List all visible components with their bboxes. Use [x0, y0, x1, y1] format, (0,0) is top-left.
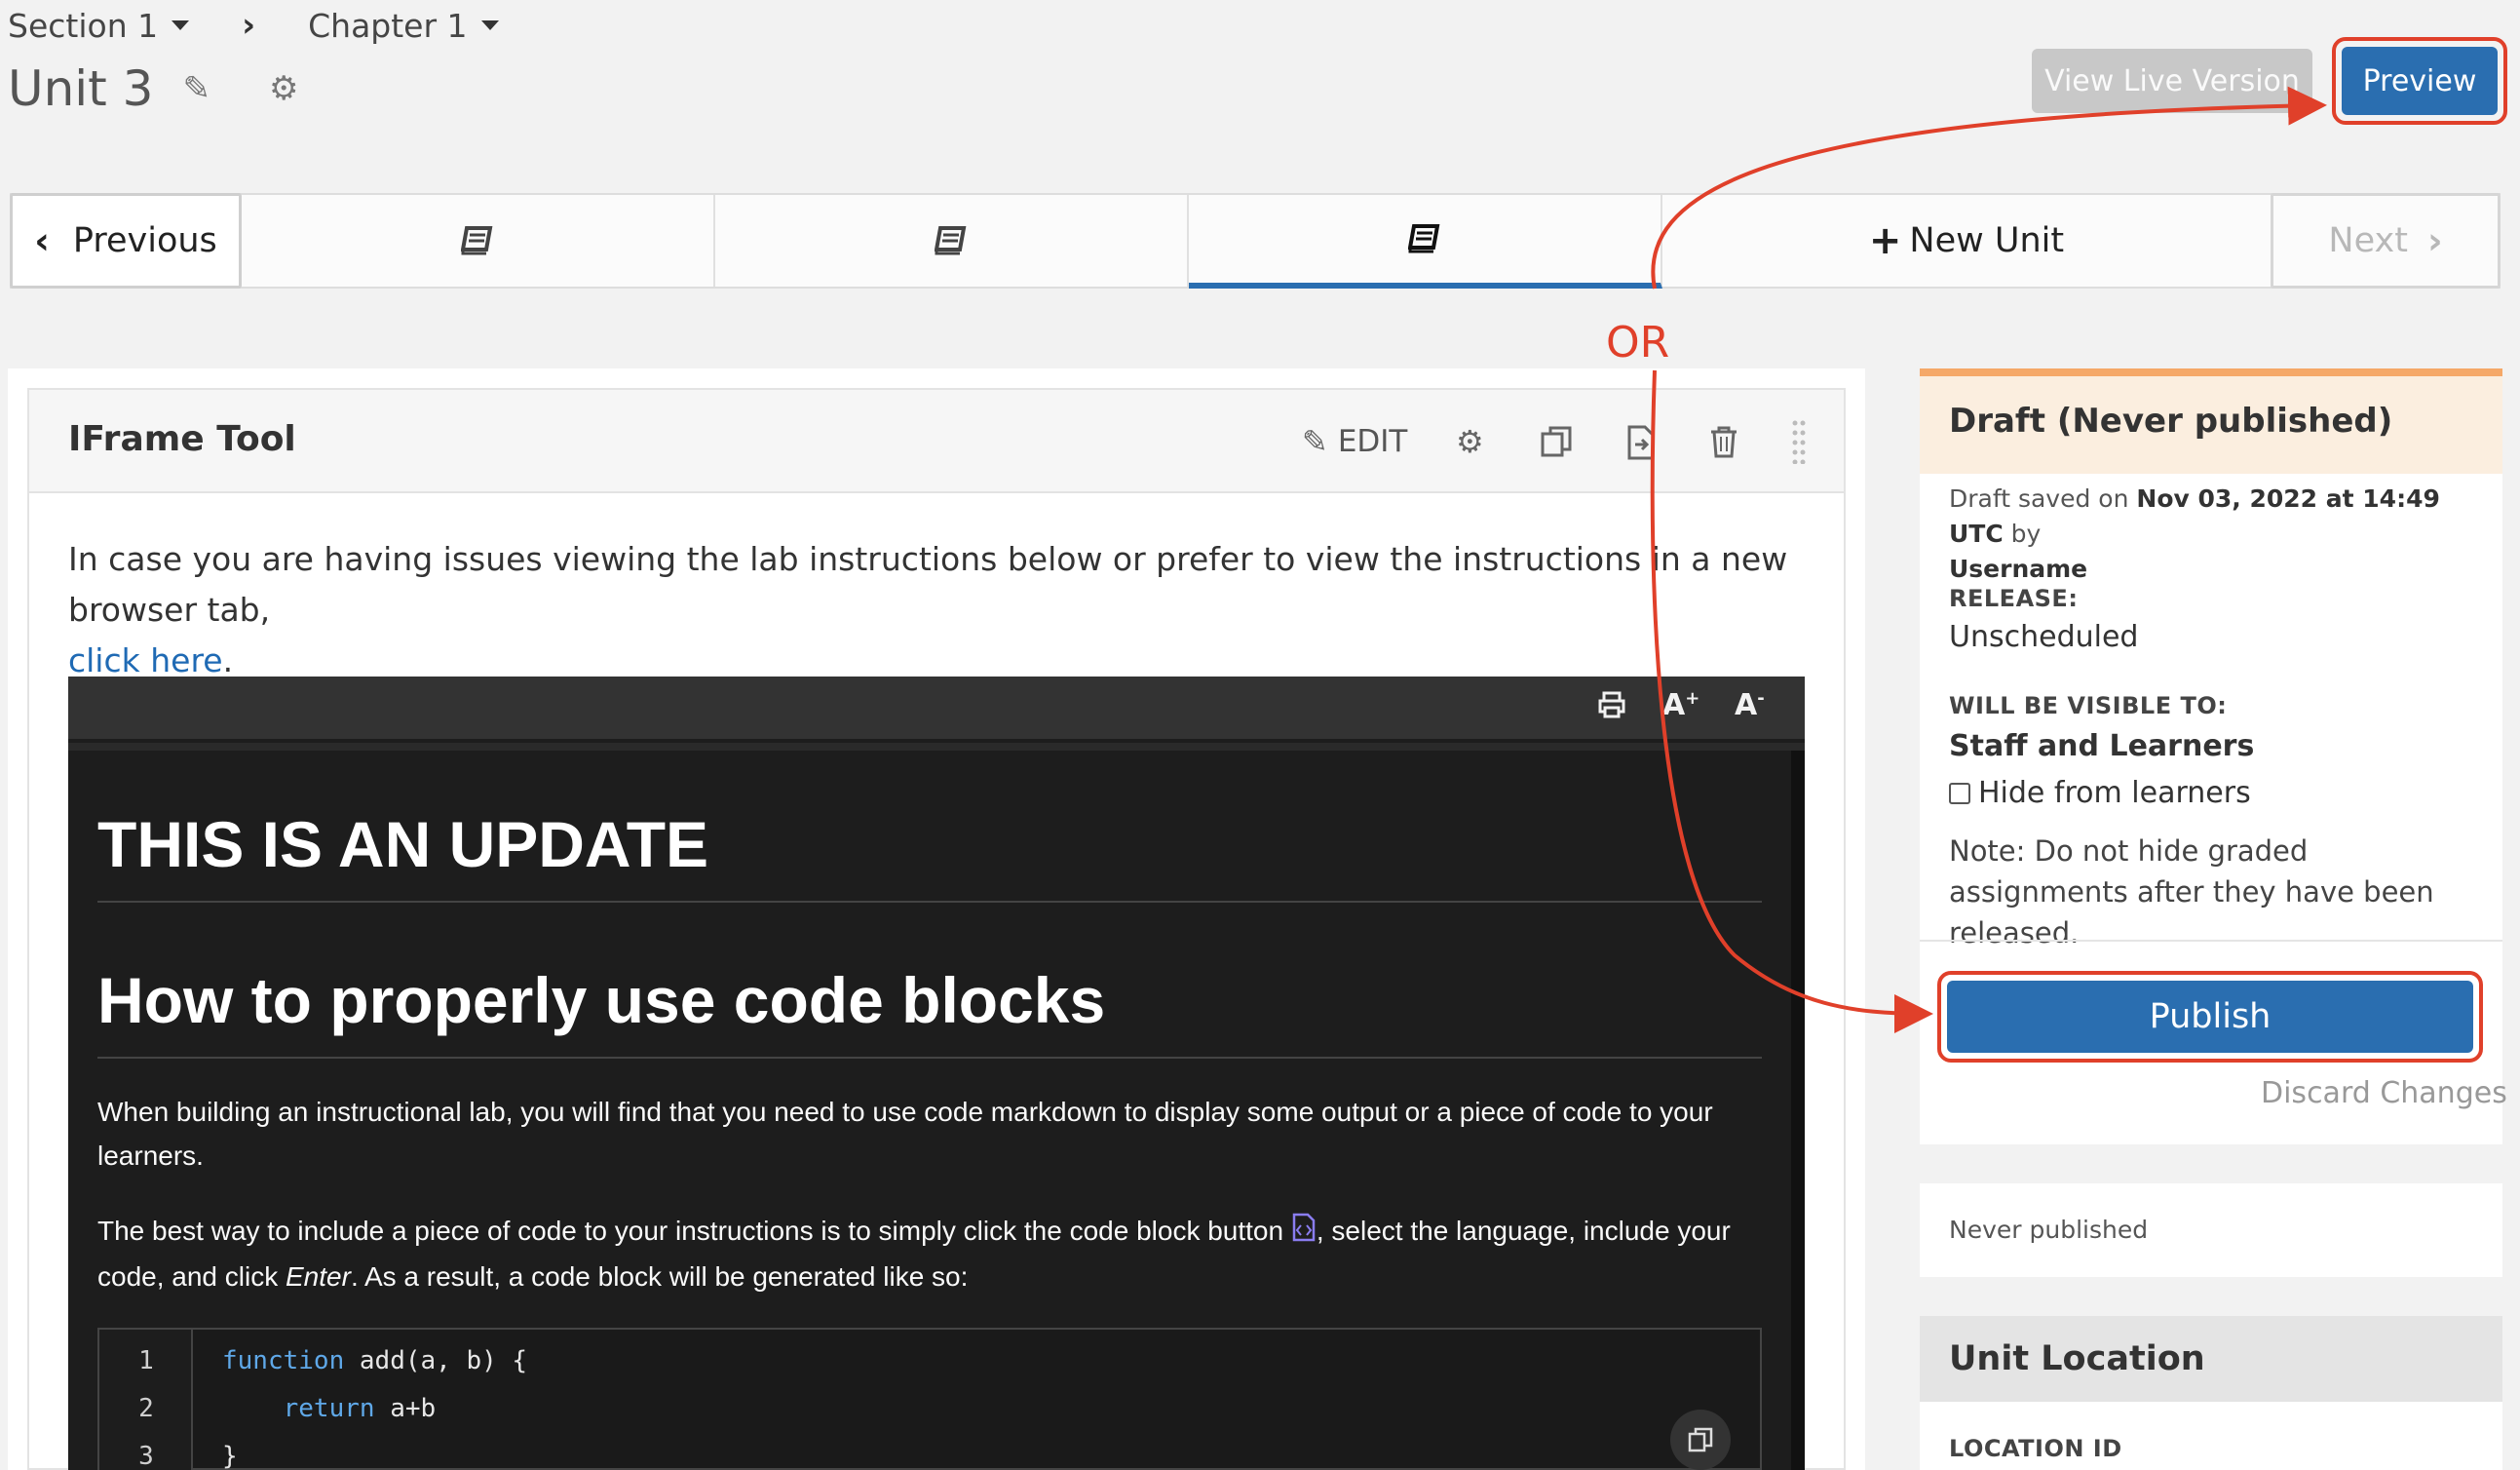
or-annotation: OR — [1606, 318, 1670, 368]
annotation-arrows — [1650, 86, 2327, 1033]
